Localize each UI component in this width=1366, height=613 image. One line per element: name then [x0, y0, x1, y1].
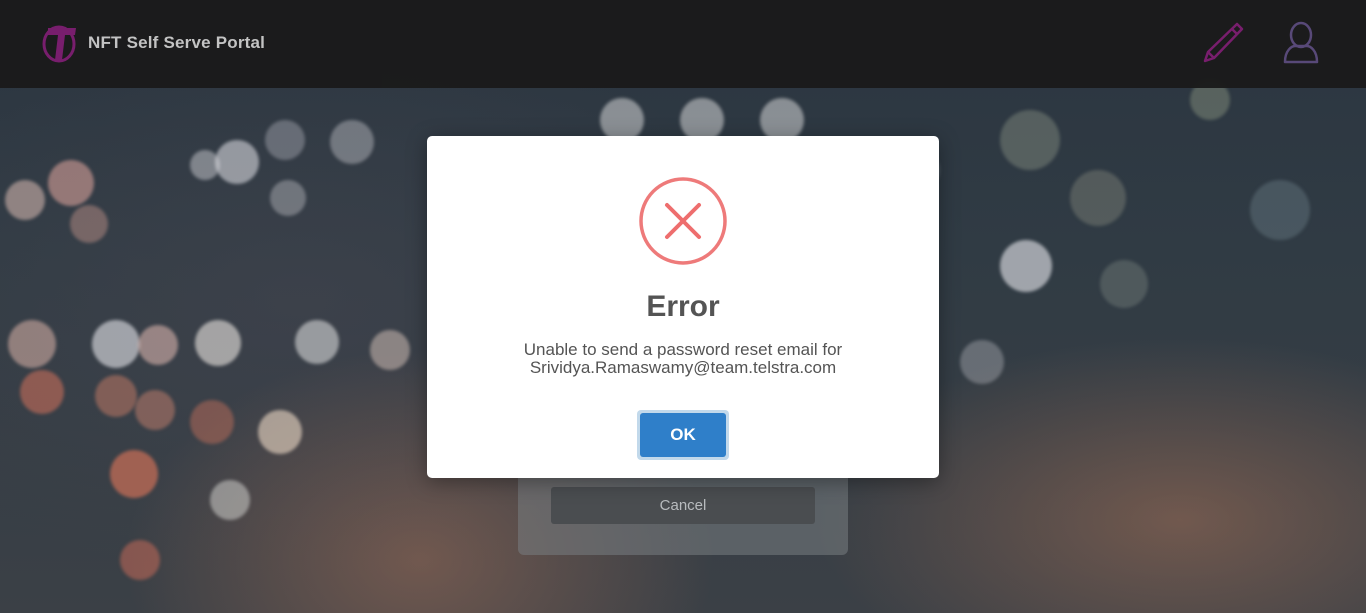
dialog-title: Error	[646, 290, 720, 323]
app-title: NFT Self Serve Portal	[88, 33, 266, 52]
error-x-circle-icon	[639, 177, 727, 265]
top-header: NFT Self Serve Portal	[0, 0, 1366, 88]
brand[interactable]: NFT Self Serve Portal	[42, 22, 265, 64]
dialog-message-line-1: Unable to send a password reset email fo…	[523, 340, 843, 359]
pencil-icon[interactable]	[1200, 20, 1244, 66]
dialog-message: Unable to send a password reset email fo…	[467, 341, 899, 377]
ok-button-focus-ring: OK	[637, 410, 729, 460]
dialog-message-line-2: Srividya.Ramaswamy@team.telstra.com	[529, 358, 837, 377]
page: NFT Self Serve Portal Cancel Error Unabl…	[0, 0, 1366, 613]
telstra-logo-icon	[42, 25, 76, 63]
error-dialog: Error Unable to send a password reset em…	[427, 136, 939, 478]
cancel-button[interactable]: Cancel	[551, 487, 815, 524]
ok-button[interactable]: OK	[640, 413, 726, 457]
user-icon[interactable]	[1280, 20, 1324, 66]
